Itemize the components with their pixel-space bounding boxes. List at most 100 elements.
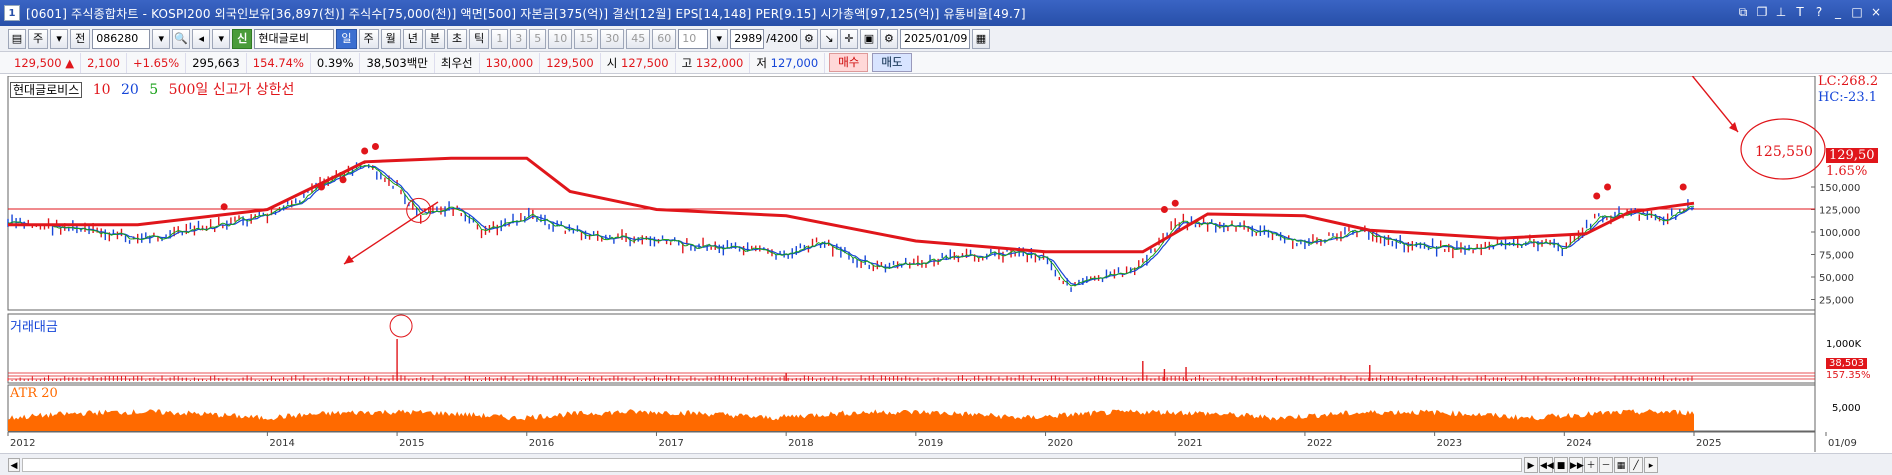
link-icon[interactable]: ⧉ xyxy=(1735,4,1751,20)
new-high-marker xyxy=(1171,199,1179,207)
last-pct-tag: 1.65% xyxy=(1826,164,1868,179)
volume-pct-tag: 157.35% xyxy=(1826,370,1871,381)
line-tool-icon[interactable]: ╱ xyxy=(1629,457,1643,473)
close-icon[interactable]: × xyxy=(1868,4,1884,20)
buy-button[interactable]: 매수 xyxy=(829,53,869,72)
minute-3-button[interactable]: 3 xyxy=(510,28,528,49)
scroll-right-icon[interactable]: ▸ xyxy=(1644,457,1658,473)
crosshair-icon[interactable]: ✛ xyxy=(839,28,858,49)
atr-area xyxy=(8,409,1694,431)
scroll-left-icon[interactable]: ◀ xyxy=(8,458,20,472)
zoom-out-icon[interactable]: － xyxy=(1599,457,1613,473)
minute-15-button[interactable]: 15 xyxy=(574,28,599,49)
new-high-marker xyxy=(220,203,228,211)
font-icon[interactable]: T xyxy=(1792,4,1808,20)
chevron-down-icon[interactable]: ▾ xyxy=(152,28,171,49)
chart-canvas[interactable]: 150,000 125,000 100,000 75,000 50,000 25,000 2… xyxy=(0,76,1892,453)
period-week-button[interactable]: 주 xyxy=(358,28,379,49)
last-price-tag: 129,50 xyxy=(1826,148,1878,163)
chart-toolbar: ▤ 주 ▾ 전 086280 ▾ 🔍 ◂ ▾ 신 현대글로비 일 주 월 년 분… xyxy=(0,26,1892,52)
stock-name-field[interactable]: 현대글로비 xyxy=(254,28,335,49)
lc-value: LC:268.2 xyxy=(1818,74,1879,89)
x-tick-label: 2015 xyxy=(399,438,424,449)
new-high-marker xyxy=(1679,183,1687,191)
sell-button[interactable]: 매도 xyxy=(872,53,912,72)
x-tick-label: 2021 xyxy=(1177,438,1202,449)
y-tick-label: 50,000 xyxy=(1819,273,1854,284)
y-tick-label: 25,000 xyxy=(1819,296,1854,307)
chart-area[interactable]: 150,000 125,000 100,000 75,000 50,000 25,000 2… xyxy=(0,74,1892,475)
zoom-in-icon[interactable]: ＋ xyxy=(1584,457,1598,473)
time-scrollbar[interactable] xyxy=(22,458,1522,472)
maximize-icon[interactable]: □ xyxy=(1849,4,1865,20)
rewind-icon[interactable]: ◀◀ xyxy=(1539,457,1554,473)
stop-icon[interactable]: ■ xyxy=(1554,457,1568,473)
x-tick-label: 2017 xyxy=(658,438,683,449)
atr-pane-label: ATR 20 xyxy=(10,386,58,401)
draw-tool-icon[interactable]: ↘ xyxy=(819,28,838,49)
minute-45-button[interactable]: 45 xyxy=(626,28,651,49)
y-tick-label: 125,000 xyxy=(1819,206,1860,217)
minute-5-button[interactable]: 5 xyxy=(529,28,547,49)
mode-select[interactable]: 주 xyxy=(28,28,49,49)
minute-10-button[interactable]: 10 xyxy=(548,28,573,49)
restore-icon[interactable]: ❐ xyxy=(1754,4,1770,20)
indicator-icon[interactable]: ⚙ xyxy=(799,28,818,49)
y-tick-label: 150,000 xyxy=(1819,183,1860,194)
help-icon[interactable]: ? xyxy=(1811,4,1827,20)
chevron-down-icon[interactable]: ▾ xyxy=(50,28,69,49)
play-icon[interactable]: ▶ xyxy=(1524,457,1538,473)
minute-custom-select[interactable]: 10 xyxy=(678,28,709,49)
minute-30-button[interactable]: 30 xyxy=(600,28,625,49)
atr-axis-tick: 5,000 xyxy=(1832,403,1861,414)
market-type-select[interactable]: 전 xyxy=(70,28,91,49)
quote-bar: 129,500 ▲ 2,100 +1.65% 295,663 154.74% 0… xyxy=(0,52,1892,74)
save-icon[interactable]: ▣ xyxy=(859,28,878,49)
period-minute-button[interactable]: 분 xyxy=(424,28,445,49)
new-high-marker xyxy=(1593,192,1601,200)
new-high-marker xyxy=(339,176,347,184)
indicator-label: 500일 신고가 상한선 xyxy=(168,82,295,98)
period-year-button[interactable]: 년 xyxy=(402,28,423,49)
ma-20-line xyxy=(7,165,1695,286)
new-badge-button[interactable]: 신 xyxy=(232,28,253,49)
chevron-down-icon[interactable]: ▾ xyxy=(212,28,231,49)
x-tick-label: 2024 xyxy=(1566,438,1591,449)
minimize-icon[interactable]: _ xyxy=(1830,4,1846,20)
chevron-down-icon[interactable]: ▾ xyxy=(710,28,729,49)
high-price: 고 132,000 xyxy=(676,52,751,73)
period-tick-button[interactable]: 틱 xyxy=(469,28,490,49)
stock-code-input[interactable]: 086280 xyxy=(92,28,151,49)
minute-60-button[interactable]: 60 xyxy=(652,28,677,49)
volume-pane-label: 거래대금 xyxy=(10,320,58,335)
ma1-label: 10 xyxy=(92,82,111,98)
volume-highlight-circle xyxy=(389,314,413,338)
volume-value-tag: 38,503 xyxy=(1826,358,1867,369)
app-icon: 1 xyxy=(4,5,20,21)
x-tick-label: 2023 xyxy=(1437,438,1462,449)
annotation-arrow xyxy=(1691,76,1739,133)
period-day-button[interactable]: 일 xyxy=(336,28,357,49)
menu-icon[interactable]: ▤ xyxy=(8,28,26,49)
speaker-icon[interactable]: ◂ xyxy=(192,28,211,49)
pin-icon[interactable]: ⊥ xyxy=(1773,4,1789,20)
arrow-head-icon xyxy=(344,255,354,264)
data-count-input[interactable]: 2989 xyxy=(730,28,765,49)
period-second-button[interactable]: 초 xyxy=(447,28,468,49)
annotation-arrow xyxy=(343,201,439,265)
settings-icon[interactable]: ⚙ xyxy=(879,28,898,49)
new-high-marker xyxy=(1604,183,1612,191)
new-high-marker xyxy=(317,183,325,191)
forward-icon[interactable]: ▶▶ xyxy=(1569,457,1584,473)
grid-icon[interactable]: ▦ xyxy=(1614,457,1628,473)
minute-1-button[interactable]: 1 xyxy=(491,28,509,49)
calendar-icon[interactable]: ▦ xyxy=(971,28,990,49)
open-price: 시 127,500 xyxy=(601,52,676,73)
up-arrow-icon: ▲ xyxy=(65,55,75,70)
ma2-label: 20 xyxy=(120,82,139,98)
x-tick-label: 2020 xyxy=(1048,438,1073,449)
period-month-button[interactable]: 월 xyxy=(380,28,401,49)
hc-value: HC:-23.1 xyxy=(1818,90,1878,105)
date-input[interactable]: 2025/01/09 xyxy=(899,28,970,49)
search-icon[interactable]: 🔍 xyxy=(172,28,191,49)
